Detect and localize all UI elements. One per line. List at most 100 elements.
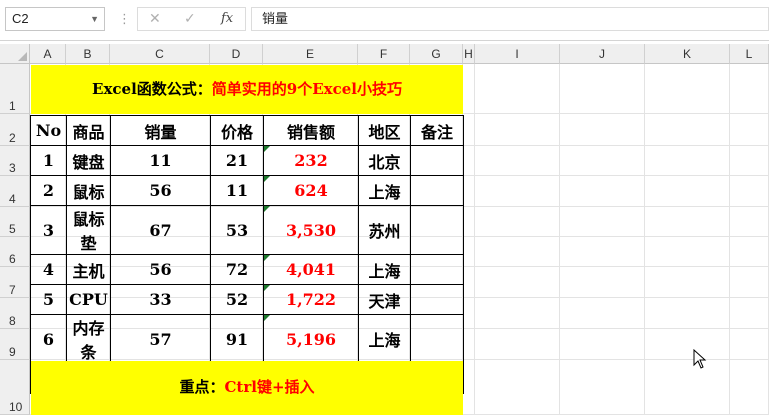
- footer-part2: Ctrl键+插入: [224, 378, 315, 396]
- row-header-7[interactable]: 7: [0, 267, 30, 298]
- table-cell[interactable]: 键盘: [66, 145, 111, 176]
- table-cell[interactable]: 6: [30, 314, 67, 364]
- drag-handle-icon[interactable]: ⋮: [118, 11, 131, 27]
- table-cell[interactable]: 56: [110, 175, 211, 206]
- table-cell[interactable]: [410, 284, 464, 315]
- formula-bar: C2 ▼ ⋮ ✕ ✓ fx 销量: [0, 0, 769, 41]
- row-header-5[interactable]: 5: [0, 207, 30, 237]
- column-header-l[interactable]: L: [730, 44, 769, 64]
- insert-function-icon[interactable]: fx: [221, 11, 233, 26]
- table-cell[interactable]: 1: [30, 145, 67, 176]
- column-header-a[interactable]: A: [30, 44, 66, 64]
- table-cell[interactable]: CPU: [66, 284, 111, 315]
- row-header-1[interactable]: 1: [0, 64, 30, 114]
- table-cell[interactable]: 上海: [358, 175, 411, 206]
- column-header-d[interactable]: D: [210, 44, 263, 64]
- table-cell[interactable]: [410, 254, 464, 285]
- column-header-k[interactable]: K: [645, 44, 730, 64]
- table-cell[interactable]: 上海: [358, 254, 411, 285]
- column-header-h[interactable]: H: [463, 44, 475, 64]
- table-cell[interactable]: 11: [110, 145, 211, 176]
- table-cell[interactable]: 57: [110, 314, 211, 364]
- check-icon[interactable]: ✓: [184, 10, 196, 27]
- table-cell[interactable]: 5,196: [263, 314, 359, 364]
- title-part2: 简单实用的9个Excel小技巧: [211, 80, 402, 98]
- column-header-j[interactable]: J: [560, 44, 645, 64]
- table-cell[interactable]: 天津: [358, 284, 411, 315]
- table-cell[interactable]: 苏州: [358, 205, 411, 255]
- table-cell[interactable]: 4: [30, 254, 67, 285]
- column-header-i[interactable]: I: [475, 44, 560, 64]
- row-number: 4: [9, 192, 16, 206]
- row-header-2[interactable]: 2: [0, 114, 30, 146]
- cancel-icon[interactable]: ✕: [149, 10, 161, 27]
- gridline: [644, 64, 645, 415]
- title-part1: Excel函数公式：: [92, 80, 212, 98]
- row-number: 3: [9, 161, 16, 175]
- table-cell[interactable]: 56: [110, 254, 211, 285]
- table-cell[interactable]: 内存条: [66, 314, 111, 364]
- row-header-4[interactable]: 4: [0, 176, 30, 207]
- table-cell[interactable]: 33: [110, 284, 211, 315]
- table-cell[interactable]: 3: [30, 205, 67, 255]
- gridline: [729, 64, 730, 415]
- table-cell[interactable]: 11: [210, 175, 264, 206]
- column-header-g[interactable]: G: [410, 44, 463, 64]
- table-header-cell[interactable]: 商品: [66, 115, 111, 146]
- table-header-cell[interactable]: 地区: [358, 115, 411, 146]
- table-row: 2 鼠标 56 11 624 上海: [30, 175, 464, 206]
- footer-text: 重点：Ctrl键+插入: [31, 376, 463, 397]
- table-cell[interactable]: 4,041: [263, 254, 359, 285]
- formula-input[interactable]: 销量: [251, 7, 769, 31]
- table-row: 3 鼠标垫 67 53 3,530 苏州: [30, 205, 464, 255]
- chevron-down-icon[interactable]: ▼: [90, 8, 99, 30]
- column-header-c[interactable]: C: [110, 44, 210, 64]
- table-cell[interactable]: 2: [30, 175, 67, 206]
- column-header-e[interactable]: E: [263, 44, 358, 64]
- name-box[interactable]: C2 ▼: [5, 7, 105, 31]
- table-header-cell[interactable]: 销售额: [263, 115, 359, 146]
- row-number: 7: [9, 283, 16, 297]
- table-cell[interactable]: [410, 314, 464, 364]
- table-cell[interactable]: 鼠标: [66, 175, 111, 206]
- title-text: Excel函数公式：简单实用的9个Excel小技巧: [31, 78, 463, 99]
- table-cell[interactable]: 鼠标垫: [66, 205, 111, 255]
- table-cell[interactable]: 232: [263, 145, 359, 176]
- row-header-9[interactable]: 9: [0, 329, 30, 360]
- table-cell[interactable]: 72: [210, 254, 264, 285]
- gridline: [559, 64, 560, 415]
- row-number: 10: [9, 400, 23, 414]
- table-cell[interactable]: 21: [210, 145, 264, 176]
- column-header-b[interactable]: B: [66, 44, 110, 64]
- table-header-cell[interactable]: 销量: [110, 115, 211, 146]
- table-cell[interactable]: [410, 175, 464, 206]
- row-header-8[interactable]: 8: [0, 298, 30, 329]
- column-header-f[interactable]: F: [358, 44, 410, 64]
- table-cell[interactable]: 91: [210, 314, 264, 364]
- mouse-pointer-icon: [693, 349, 707, 369]
- gridline: [474, 64, 475, 415]
- row-number: 1: [9, 99, 16, 113]
- table-cell[interactable]: 3,530: [263, 205, 359, 255]
- footer-part1: 重点：: [179, 378, 225, 396]
- table-cell[interactable]: [410, 205, 464, 255]
- table-row: 5 CPU 33 52 1,722 天津: [30, 284, 464, 315]
- table-cell[interactable]: 52: [210, 284, 264, 315]
- select-all-button[interactable]: [0, 44, 30, 64]
- table-cell[interactable]: 624: [263, 175, 359, 206]
- table-cell[interactable]: 5: [30, 284, 67, 315]
- table-cell[interactable]: 主机: [66, 254, 111, 285]
- table-header-cell[interactable]: No: [30, 115, 67, 146]
- table-cell[interactable]: 上海: [358, 314, 411, 364]
- table-header-cell[interactable]: 价格: [210, 115, 264, 146]
- row-header-10[interactable]: 10: [0, 360, 30, 415]
- table-cell[interactable]: 67: [110, 205, 211, 255]
- table-header-cell[interactable]: 备注: [410, 115, 464, 146]
- row-header-6[interactable]: 6: [0, 237, 30, 267]
- table-cell[interactable]: 北京: [358, 145, 411, 176]
- table-cell[interactable]: 53: [210, 205, 264, 255]
- row-header-3[interactable]: 3: [0, 146, 30, 176]
- table-cell[interactable]: 1,722: [263, 284, 359, 315]
- table-cell[interactable]: [410, 145, 464, 176]
- row-number: 5: [9, 222, 16, 236]
